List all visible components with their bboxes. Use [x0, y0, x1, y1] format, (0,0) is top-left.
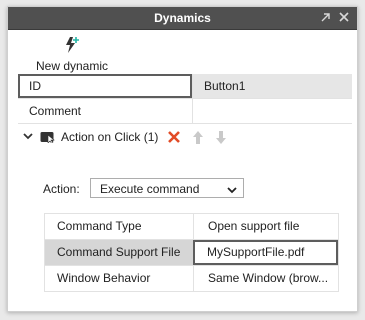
param-row[interactable]: Command Type Open support file [45, 214, 338, 240]
param-key: Command Support File [45, 240, 193, 265]
param-row[interactable]: Command Support File MySupportFile.pdf [45, 240, 338, 266]
property-key: Comment [29, 104, 82, 118]
param-row[interactable]: Window Behavior Same Window (brow... [45, 266, 338, 292]
toolbar: New dynamic [8, 30, 357, 76]
action-select[interactable]: Execute command [90, 178, 244, 198]
action-section-header[interactable]: Action on Click (1) [18, 125, 352, 149]
new-dynamic-button[interactable]: New dynamic [35, 36, 109, 73]
dynamics-panel: Dynamics New dynamic ID Button1 Comment [7, 6, 358, 312]
lightning-plus-icon [63, 36, 81, 54]
panel-titlebar: Dynamics [8, 7, 357, 30]
param-key: Window Behavior [57, 271, 151, 285]
arrow-up-icon[interactable] [190, 128, 206, 146]
param-value[interactable]: Same Window (brow... [193, 266, 338, 291]
click-action-icon [40, 131, 56, 145]
property-value[interactable]: Button1 [192, 74, 352, 98]
param-value[interactable]: MySupportFile.pdf [193, 240, 338, 265]
action-label: Action: [43, 182, 80, 196]
chevron-down-icon[interactable] [22, 130, 34, 142]
property-row-id[interactable]: ID Button1 [18, 74, 352, 99]
delete-icon[interactable] [166, 128, 182, 146]
action-params-grid: Command Type Open support file Command S… [44, 213, 339, 292]
chevron-down-icon [227, 184, 237, 194]
arrow-down-icon[interactable] [213, 128, 229, 146]
property-value[interactable] [192, 99, 352, 123]
panel-title: Dynamics [154, 11, 211, 25]
new-dynamic-label: New dynamic [35, 59, 109, 73]
property-row-comment[interactable]: Comment [18, 99, 352, 124]
close-icon[interactable] [336, 9, 352, 25]
action-section-title: Action on Click (1) [61, 130, 159, 144]
popout-icon[interactable] [318, 9, 334, 25]
param-value[interactable]: Open support file [193, 214, 338, 239]
property-key: ID [18, 74, 192, 98]
action-select-value: Execute command [100, 182, 200, 196]
param-key: Command Type [57, 219, 142, 233]
